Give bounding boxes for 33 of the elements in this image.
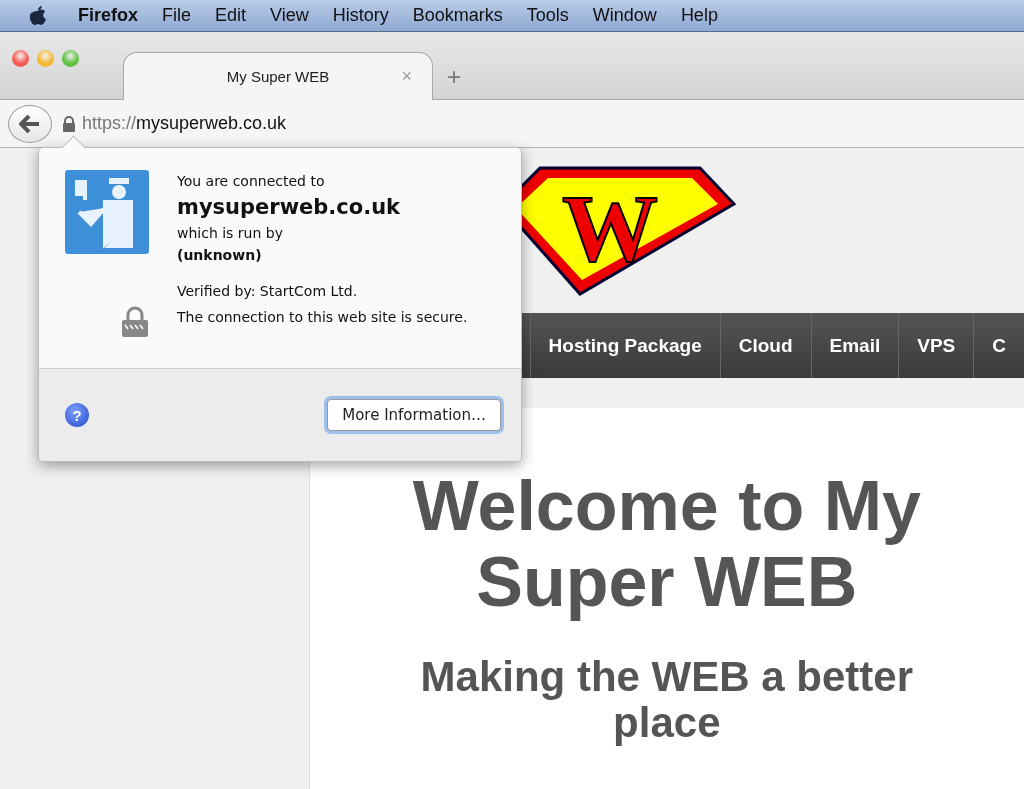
menu-item[interactable]: Edit [215, 5, 247, 26]
nav-link[interactable]: Cloud [719, 313, 811, 378]
site-owner: (unknown) [177, 246, 263, 265]
site-host: mysuperweb.co.uk [177, 194, 402, 221]
apple-logo-icon[interactable] [28, 4, 48, 27]
page-heading: Welcome to My Super WEB [411, 468, 922, 620]
left-arrow-icon [19, 114, 41, 133]
passport-officer-icon [65, 170, 149, 254]
menu-item[interactable]: File [162, 5, 192, 26]
nav-link[interactable]: VPS [898, 313, 974, 378]
menu-item[interactable]: Window [592, 5, 657, 26]
menu-item[interactable]: History [332, 5, 389, 26]
menu-item[interactable]: Help [680, 5, 718, 26]
menu-item[interactable]: Bookmarks [412, 5, 503, 26]
menu-item[interactable]: Tools [526, 5, 569, 26]
padlock-icon[interactable] [62, 115, 76, 132]
window-control-icon[interactable] [12, 50, 29, 67]
padlock-icon [121, 306, 149, 338]
verifier-text: Verified by: StartCom Ltd. [177, 282, 359, 301]
connection-intro: You are connected to [177, 172, 326, 191]
nav-link[interactable]: Email [810, 313, 899, 378]
menu-item[interactable]: View [270, 5, 309, 26]
menu-item[interactable]: Firefox [78, 5, 138, 26]
encryption-status: The connection to this web site is secure. [177, 308, 469, 327]
nav-link[interactable]: C [973, 313, 1024, 378]
owner-label: which is run by [177, 224, 284, 243]
nav-link[interactable]: Hosting Package [529, 313, 720, 378]
back-button[interactable] [8, 104, 52, 143]
browser-tab[interactable]: My Super WEB × [123, 52, 433, 100]
more-information-button[interactable]: More Information… [327, 399, 501, 431]
url-host[interactable]: mysuperweb.co.uk [136, 113, 287, 134]
page-subheading: Making the WEB a better place [419, 654, 914, 746]
url-scheme[interactable]: https:// [82, 113, 137, 134]
